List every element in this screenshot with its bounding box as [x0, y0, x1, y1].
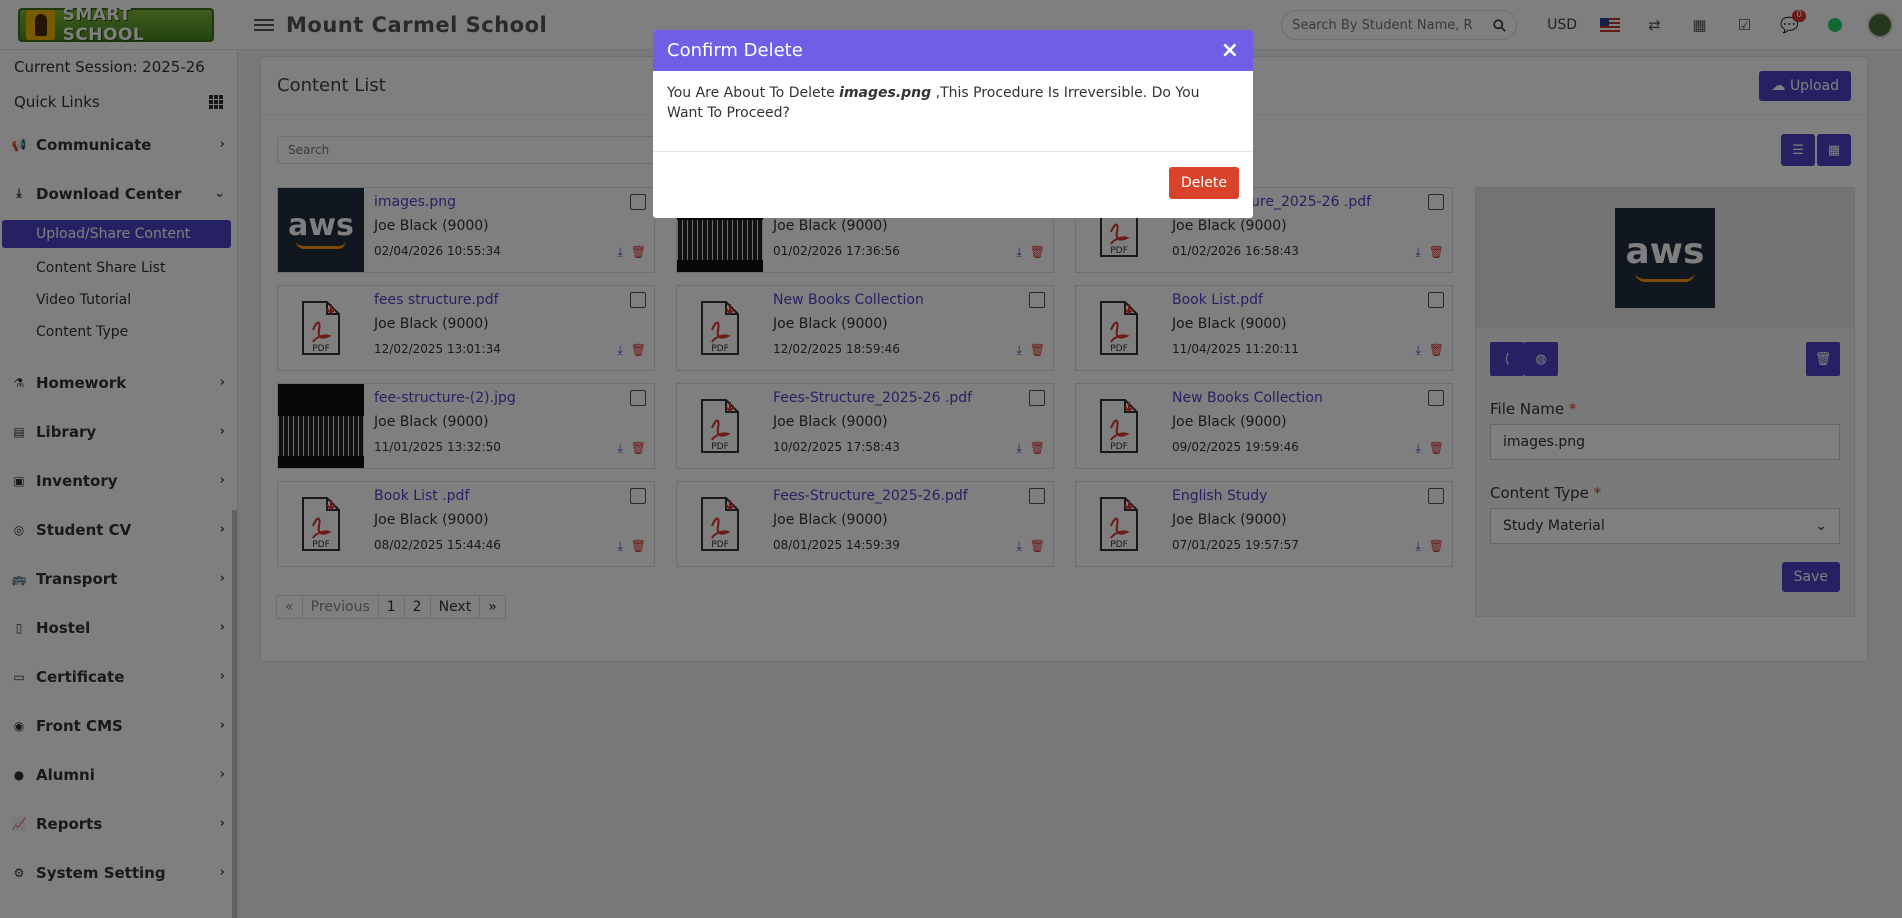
delete-button[interactable]: Delete — [1169, 167, 1239, 199]
modal-text-before: You Are About To Delete — [667, 85, 840, 101]
close-icon[interactable]: × — [1221, 38, 1239, 63]
modal-file-name: images.png — [839, 85, 932, 101]
modal-header: Confirm Delete × — [653, 30, 1253, 71]
modal-message: You Are About To Delete images.png ,This… — [653, 71, 1253, 152]
modal-footer: Delete — [653, 152, 1253, 214]
modal-title: Confirm Delete — [667, 40, 803, 61]
confirm-delete-modal: Confirm Delete × You Are About To Delete… — [653, 30, 1253, 218]
